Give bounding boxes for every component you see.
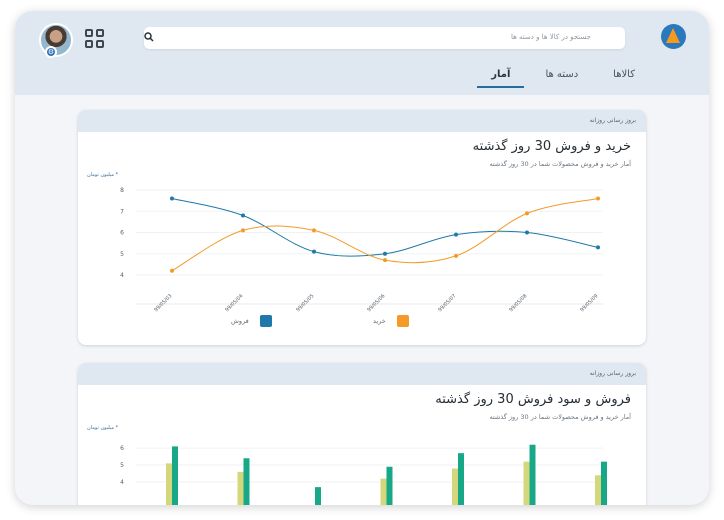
x-tick-label: 99/05/06 [366,293,386,313]
purchase-data-point [312,228,316,233]
sales-bar [315,487,321,505]
tab-statistics[interactable]: آمار [477,66,525,90]
search-icon [144,32,154,42]
profit-bar [166,463,172,505]
y-tick-label: 6 [120,230,124,237]
x-tick-label: 99/05/05 [295,293,315,313]
profit-bar [595,475,601,505]
bar-chart: 4 5 6 [120,444,607,505]
profit-bar [523,461,530,505]
sales-bar [243,458,250,505]
y-tick-label: 7 [120,208,124,215]
apps-grid-icon[interactable] [85,29,105,49]
x-tick-label: 99/05/09 [579,293,599,313]
sales-data-point [525,230,529,235]
legend-sales-swatch [259,315,272,327]
x-tick-label: 99/05/04 [224,293,244,313]
purchase-data-point [383,258,387,263]
legend-purchase-swatch [396,315,409,327]
sales-bar [601,461,607,505]
sales-data-point [241,213,245,218]
purchase-data-point [454,253,458,258]
sales-bar [458,453,464,505]
profit-bar [237,471,244,505]
brand-logo[interactable] [661,24,686,49]
legend-sales-label: فروش [231,317,249,325]
purchase-data-point [241,228,245,233]
sales-data-point [383,251,387,256]
sales-bar [386,466,393,505]
tab-categories[interactable]: دسته ها [545,66,578,90]
search-input[interactable]: جستجو در کالا ها و دسته ها [144,27,625,49]
legend-purchase[interactable]: خرید [373,315,409,327]
y-tick-label: 4 [120,479,124,486]
sales-data-point [596,245,600,250]
y-tick-label: 8 [120,187,124,194]
sales-data-point [312,249,316,254]
search-placeholder: جستجو در کالا ها و دسته ها [510,33,591,41]
x-tick-label: 99/05/07 [437,293,457,313]
y-tick-label: 5 [120,251,124,258]
application-window: ⚙ جستجو در کالا ها و دسته ها کالاها دسته… [15,11,709,505]
x-tick-label: 99/05/03 [153,293,173,313]
legend-purchase-label: خرید [373,317,386,325]
settings-gear-icon[interactable]: ⚙ [45,46,57,58]
sales-profit-card: بروز رسانی روزانه فروش و سود فروش 30 روز… [78,363,646,505]
profit-bar [452,468,458,505]
profit-bar [380,478,387,505]
sales-bar [172,446,178,505]
purchase-data-point [525,211,529,216]
sales-bar [529,444,536,505]
y-tick-label: 6 [120,445,124,452]
sales-data-point [170,196,174,201]
y-tick-label: 4 [120,272,124,279]
x-tick-label: 99/05/08 [508,293,528,313]
sales-series-line [171,198,599,257]
legend-sales[interactable]: فروش [231,315,272,327]
top-bar: ⚙ جستجو در کالا ها و دسته ها کالاها دسته… [15,11,709,95]
sales-data-point [454,232,458,237]
y-tick-label: 5 [120,462,124,469]
main-tabs: کالاها دسته ها آمار [477,66,635,90]
purchase-sales-card: بروز رسانی روزانه خرید و فروش 30 روز گذش… [78,110,646,345]
purchase-data-point [170,268,174,273]
tab-products[interactable]: کالاها [613,66,635,90]
line-chart: 4 5 6 7 8 99/05/03 99/05/04 99/05/05 99/05/06 99/… [120,187,603,313]
purchase-data-point [596,196,600,201]
